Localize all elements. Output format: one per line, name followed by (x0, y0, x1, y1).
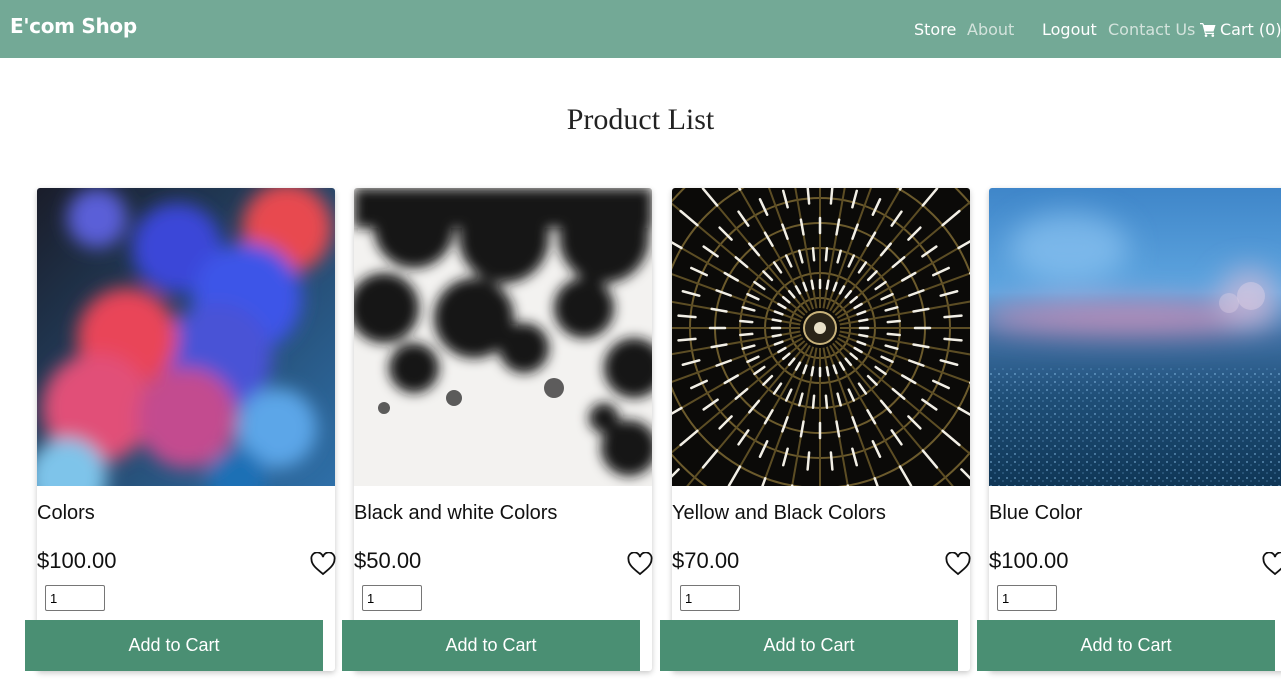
nav-cart[interactable]: Cart (0) (1200, 20, 1281, 39)
cart-label: Cart (0) (1220, 20, 1281, 39)
product-image (354, 188, 652, 486)
nav-about[interactable]: About (967, 20, 1014, 39)
add-to-cart-button[interactable]: Add to Cart (660, 620, 958, 671)
heart-icon[interactable] (627, 552, 653, 576)
product-name: Colors (37, 502, 95, 524)
product-price: $100.00 (989, 548, 1069, 573)
product-card: Yellow and Black Colors $70.00 Add to Ca… (660, 188, 971, 671)
brand-logo[interactable]: E'com Shop (10, 14, 137, 38)
quantity-input[interactable] (362, 585, 422, 611)
add-to-cart-button[interactable]: Add to Cart (25, 620, 323, 671)
navbar: E'com Shop Store About Logout Contact Us… (0, 0, 1281, 58)
nav-contact-us[interactable]: Contact Us (1108, 20, 1195, 39)
product-image (989, 188, 1281, 486)
page-title: Product List (566, 103, 715, 136)
heart-icon[interactable] (1262, 552, 1281, 576)
heart-icon[interactable] (310, 552, 336, 576)
quantity-input[interactable] (45, 585, 105, 611)
product-name: Yellow and Black Colors (672, 502, 886, 524)
quantity-input[interactable] (680, 585, 740, 611)
product-price: $70.00 (672, 548, 740, 573)
product-card: Black and white Colors $50.00 Add to Car… (342, 188, 653, 671)
product-name: Blue Color (989, 502, 1083, 524)
product-price: $100.00 (37, 548, 117, 573)
product-image (672, 188, 970, 486)
product-card: Colors $100.00 Add to Cart (25, 188, 336, 671)
add-to-cart-button[interactable]: Add to Cart (977, 620, 1275, 671)
heart-icon[interactable] (945, 552, 971, 576)
nav-logout[interactable]: Logout (1042, 20, 1097, 39)
nav-store[interactable]: Store (914, 20, 956, 39)
add-to-cart-button[interactable]: Add to Cart (342, 620, 640, 671)
product-price: $50.00 (354, 548, 422, 573)
product-image (37, 188, 335, 486)
product-card: Blue Color $100.00 Add to Cart (977, 188, 1281, 671)
shopping-cart-icon (1200, 23, 1216, 37)
quantity-input[interactable] (997, 585, 1057, 611)
product-name: Black and white Colors (354, 502, 558, 524)
